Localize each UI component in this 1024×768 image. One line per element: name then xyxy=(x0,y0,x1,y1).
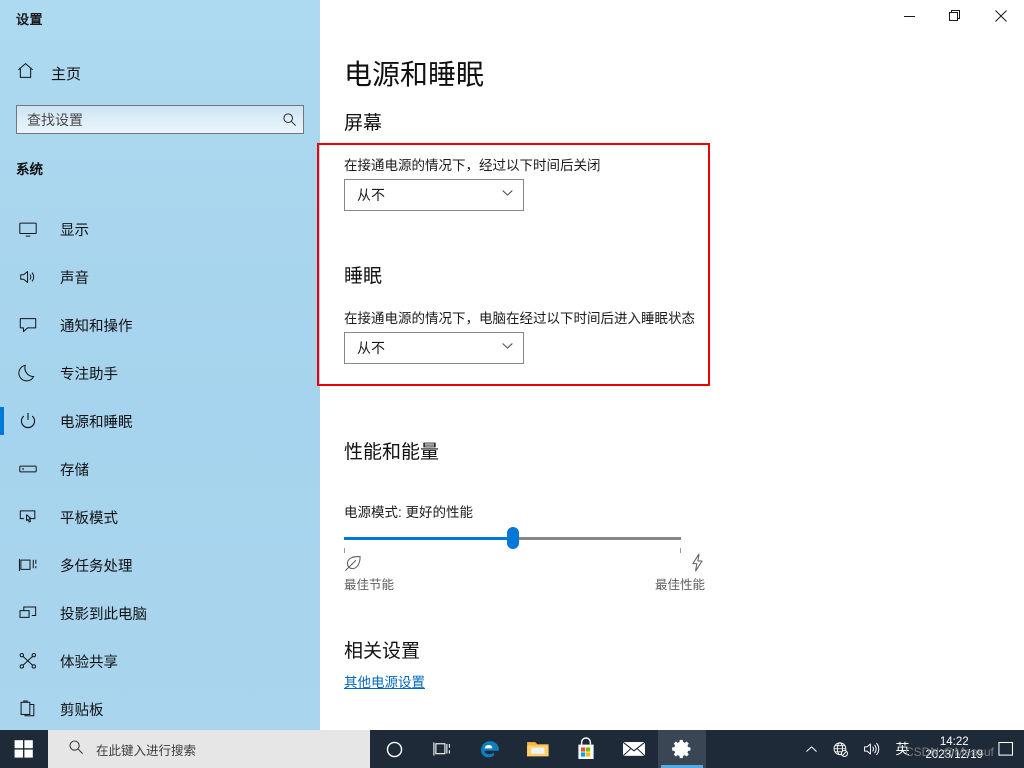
moon-icon xyxy=(16,363,40,383)
sidebar-item-focus-assist-label: 专注助手 xyxy=(60,366,118,383)
screen-timeout-value: 从不 xyxy=(357,187,385,203)
sleep-timeout-description: 在接通电源的情况下，电脑在经过以下时间后进入睡眠状态 xyxy=(344,311,695,326)
leaf-icon xyxy=(344,552,464,572)
windows-start-icon[interactable] xyxy=(0,730,48,768)
sidebar-item-display-label: 显示 xyxy=(60,222,89,239)
taskbar-search-placeholder: 在此键入进行搜索 xyxy=(96,743,197,758)
sidebar-item-project-to-this-pc-label: 投影到此电脑 xyxy=(60,606,147,623)
settings-window: 设置 主页 系统 xyxy=(0,0,1024,730)
clock-time: 14:22 xyxy=(939,735,969,748)
project-icon xyxy=(16,603,40,623)
globe-network-icon[interactable] xyxy=(825,730,856,768)
lightning-icon xyxy=(585,552,705,572)
clock-date: 2023/12/19 xyxy=(925,749,983,761)
taskbar: 在此键入进行搜索 英 14:22 2023/12/19 xyxy=(0,730,1024,768)
sidebar-item-multitasking[interactable]: 多任务处理 xyxy=(0,541,320,589)
multitask-icon xyxy=(16,555,40,575)
sidebar-item-sound[interactable]: 声音 xyxy=(0,253,320,301)
window-controls xyxy=(886,0,1024,32)
tablet-icon xyxy=(16,507,40,527)
screen-root: 设置 主页 系统 xyxy=(0,0,1024,768)
volume-icon[interactable] xyxy=(856,730,888,768)
cortana-icon[interactable] xyxy=(370,730,418,768)
monitor-icon xyxy=(16,219,40,239)
sidebar-item-storage-label: 存储 xyxy=(60,462,89,479)
microsoft-store-icon[interactable] xyxy=(562,730,610,768)
sidebar: 设置 主页 系统 xyxy=(0,0,320,730)
search-box[interactable] xyxy=(16,105,304,134)
screen-timeout-dropdown[interactable]: 从不 xyxy=(344,179,524,211)
taskbar-app-icons xyxy=(370,730,706,768)
screen-section-heading: 屏幕 xyxy=(344,113,383,134)
sidebar-nav: 显示 声音 通知和操作 专注助手 电源和睡眠 存储 平板模式 多任务处理 投影到… xyxy=(0,205,320,733)
task-view-icon[interactable] xyxy=(418,730,466,768)
sidebar-item-display[interactable]: 显示 xyxy=(0,205,320,253)
sidebar-group-header: 系统 xyxy=(16,162,43,177)
power-icon xyxy=(16,411,40,431)
file-explorer-icon[interactable] xyxy=(514,730,562,768)
slider-track-remaining xyxy=(512,537,681,540)
taskbar-clock[interactable]: 14:22 2023/12/19 xyxy=(916,730,992,768)
sidebar-item-shared-experiences[interactable]: 体验共享 xyxy=(0,637,320,685)
page-title: 电源和睡眠 xyxy=(344,59,485,90)
sidebar-item-notifications-label: 通知和操作 xyxy=(60,318,133,335)
search-icon xyxy=(275,112,303,127)
slider-max-label: 最佳性能 xyxy=(654,578,705,592)
sidebar-item-home-label: 主页 xyxy=(51,65,82,83)
action-center-icon[interactable] xyxy=(992,730,1020,768)
speaker-icon xyxy=(16,267,40,287)
restore-button[interactable] xyxy=(932,0,978,32)
search-icon xyxy=(68,739,84,760)
chat-bubble-icon xyxy=(16,315,40,335)
related-settings-heading: 相关设置 xyxy=(344,641,421,662)
power-mode-label: 电源模式: 更好的性能 xyxy=(344,505,474,520)
system-tray: 英 14:22 2023/12/19 xyxy=(798,730,1024,768)
sidebar-item-home[interactable]: 主页 xyxy=(10,58,310,88)
chevron-up-icon[interactable] xyxy=(798,730,825,768)
main-content: 电源和睡眠 屏幕 在接通电源的情况下，经过以下时间后关闭 从不 睡眠 在接通电源… xyxy=(320,0,1024,730)
home-icon xyxy=(16,61,35,85)
close-button[interactable] xyxy=(978,0,1024,32)
search-input[interactable] xyxy=(17,111,275,128)
performance-section-heading: 性能和能量 xyxy=(344,442,440,463)
chevron-down-icon xyxy=(501,339,514,357)
ime-indicator[interactable]: 英 xyxy=(888,730,916,768)
sidebar-item-notifications[interactable]: 通知和操作 xyxy=(0,301,320,349)
mail-icon[interactable] xyxy=(610,730,658,768)
minimize-button[interactable] xyxy=(886,0,932,32)
sidebar-item-power-and-sleep[interactable]: 电源和睡眠 xyxy=(0,397,320,445)
clipboard-icon xyxy=(16,699,40,719)
sidebar-item-tablet-mode-label: 平板模式 xyxy=(60,510,118,527)
other-power-settings-link[interactable]: 其他电源设置 xyxy=(344,671,425,691)
sidebar-item-sound-label: 声音 xyxy=(60,270,89,287)
slider-track-filled xyxy=(344,537,513,540)
sidebar-item-clipboard-label: 剪贴板 xyxy=(60,702,104,719)
app-title: 设置 xyxy=(16,12,44,27)
sidebar-item-project-to-this-pc[interactable]: 投影到此电脑 xyxy=(0,589,320,637)
sidebar-item-shared-experiences-label: 体验共享 xyxy=(60,654,118,671)
sidebar-item-clipboard[interactable]: 剪贴板 xyxy=(0,685,320,733)
sidebar-item-storage[interactable]: 存储 xyxy=(0,445,320,493)
slider-max-label-group: 最佳性能 xyxy=(585,552,705,593)
drive-icon xyxy=(16,459,40,479)
share-icon xyxy=(16,651,40,671)
taskbar-search-box[interactable]: 在此键入进行搜索 xyxy=(48,730,370,768)
slider-min-label: 最佳节能 xyxy=(344,578,395,592)
sidebar-item-tablet-mode[interactable]: 平板模式 xyxy=(0,493,320,541)
settings-gear-icon[interactable] xyxy=(658,730,706,768)
sleep-timeout-dropdown[interactable]: 从不 xyxy=(344,332,524,364)
edge-browser-icon[interactable] xyxy=(466,730,514,768)
screen-timeout-description: 在接通电源的情况下，经过以下时间后关闭 xyxy=(344,158,601,173)
chevron-down-icon xyxy=(501,186,514,204)
sleep-timeout-value: 从不 xyxy=(357,340,385,356)
sidebar-item-focus-assist[interactable]: 专注助手 xyxy=(0,349,320,397)
sleep-section-heading: 睡眠 xyxy=(344,266,383,287)
sidebar-item-multitasking-label: 多任务处理 xyxy=(60,558,133,575)
slider-min-label-group: 最佳节能 xyxy=(344,552,464,593)
power-mode-slider[interactable] xyxy=(344,527,681,553)
sidebar-item-power-and-sleep-label: 电源和睡眠 xyxy=(60,414,133,431)
slider-thumb[interactable] xyxy=(506,527,519,549)
